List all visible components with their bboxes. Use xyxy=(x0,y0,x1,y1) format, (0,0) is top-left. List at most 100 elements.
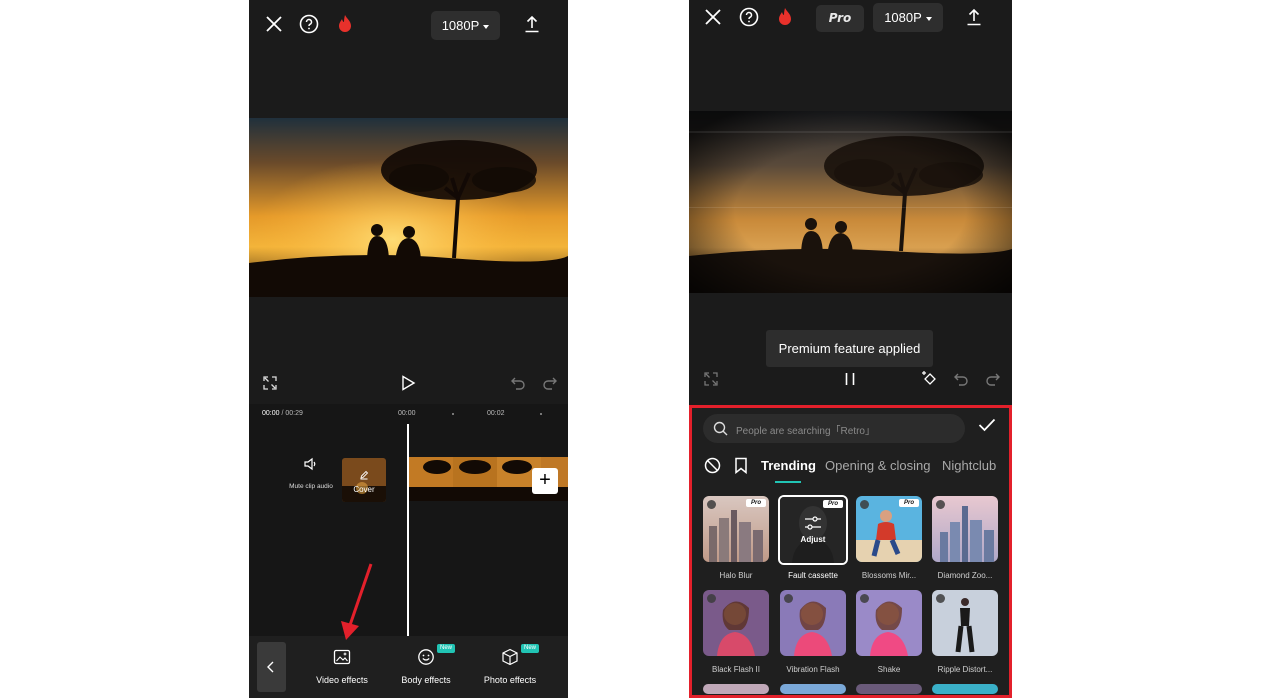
video-preview[interactable] xyxy=(249,118,568,297)
effect-name-vibration-flash: Vibration Flash xyxy=(786,665,840,674)
help-icon[interactable] xyxy=(297,12,321,36)
face-smile-icon xyxy=(418,649,434,665)
effect-name-ripple-distort: Ripple Distort... xyxy=(937,665,993,674)
body-effects-label: Body effects xyxy=(401,675,451,685)
tab-opening-closing[interactable]: Opening & closing xyxy=(825,458,931,473)
resolution-label: 1080P xyxy=(441,18,480,33)
effect-name-fault-cassette: Fault cassette xyxy=(788,571,838,580)
pro-button[interactable]: Pro xyxy=(816,5,864,32)
resolution-button[interactable]: 1080P xyxy=(431,11,500,40)
export-icon[interactable] xyxy=(520,12,544,36)
tab-trending[interactable]: Trending xyxy=(761,458,816,473)
fullscreen-icon[interactable] xyxy=(263,376,277,390)
pro-badge: Pro xyxy=(823,500,843,508)
effect-card-partial[interactable] xyxy=(703,684,769,694)
effect-card-partial[interactable] xyxy=(932,684,998,694)
effect-card-partial[interactable] xyxy=(856,684,922,694)
effects-search-input[interactable]: People are searching「Retro」 xyxy=(703,414,965,443)
redo-icon[interactable] xyxy=(985,371,1001,387)
effects-panel: People are searching「Retro」 Trending Ope… xyxy=(689,405,1012,698)
keyframe-add-icon[interactable] xyxy=(921,370,939,388)
effect-card-partial[interactable] xyxy=(780,684,846,694)
fullscreen-icon[interactable] xyxy=(704,372,718,386)
close-icon[interactable] xyxy=(701,5,725,29)
effects-tabs: Trending Opening & closing Nightclub xyxy=(692,452,1009,486)
effect-card-halo-blur[interactable]: Pro xyxy=(703,496,769,562)
adjust-label: Adjust xyxy=(800,535,826,544)
tick-dot xyxy=(540,413,542,415)
cover-button[interactable]: Cover xyxy=(342,458,386,502)
download-icon xyxy=(936,594,945,603)
pro-badge: Pro xyxy=(746,499,766,507)
effect-card-diamond-zoom[interactable] xyxy=(932,496,998,562)
flame-icon[interactable] xyxy=(333,12,357,36)
top-bar: 1080P xyxy=(249,0,568,50)
video-preview[interactable] xyxy=(689,111,1012,293)
effect-name-diamond-zoom: Diamond Zoo... xyxy=(937,571,993,580)
download-icon xyxy=(707,594,716,603)
cover-label: Cover xyxy=(353,485,375,494)
active-tab-indicator xyxy=(775,481,801,483)
search-placeholder: People are searching「Retro」 xyxy=(736,426,875,437)
undo-icon[interactable] xyxy=(510,375,526,391)
bookmark-icon[interactable] xyxy=(734,457,748,479)
caret-down-icon xyxy=(483,24,490,29)
undo-icon[interactable] xyxy=(953,371,969,387)
download-icon xyxy=(936,500,945,509)
close-icon[interactable] xyxy=(262,12,286,36)
effect-card-shake[interactable] xyxy=(856,590,922,656)
effect-name-blossoms-mirror: Blossoms Mir... xyxy=(861,571,917,580)
annotation-arrow-icon xyxy=(341,563,373,640)
tick-dot xyxy=(452,413,454,415)
play-icon[interactable] xyxy=(400,375,416,391)
new-badge: New xyxy=(521,644,539,653)
video-effects-icon xyxy=(333,649,351,665)
help-icon[interactable] xyxy=(737,5,761,29)
caret-down-icon xyxy=(925,16,932,21)
download-icon xyxy=(707,500,716,509)
bottom-toolbar: Video effects New Body effects New Photo… xyxy=(249,636,568,698)
clip-frame xyxy=(409,457,453,501)
right-phone-screen: Pro 1080P Premium feature applied People… xyxy=(689,0,1012,698)
resolution-label: 1080P xyxy=(884,10,922,25)
search-icon xyxy=(713,421,728,436)
chevron-left-icon xyxy=(267,661,274,673)
timeline[interactable]: 00:00 / 00:29 00:00 00:02 Mute clip audi… xyxy=(249,404,568,636)
confirm-check-icon[interactable] xyxy=(978,418,996,437)
mute-label: Mute clip audio xyxy=(289,483,333,490)
edit-pencil-icon xyxy=(360,470,369,480)
playhead[interactable] xyxy=(407,424,409,636)
effect-card-ripple-distort[interactable] xyxy=(932,590,998,656)
total-time: / 00:29 xyxy=(281,410,303,417)
speaker-icon xyxy=(304,457,316,471)
effect-card-blossoms-mirror[interactable]: Pro xyxy=(856,496,922,562)
adjust-sliders-icon xyxy=(805,516,821,530)
effect-card-fault-cassette[interactable]: Adjust Pro xyxy=(778,495,848,565)
pause-icon[interactable] xyxy=(842,371,858,387)
effect-card-black-flash-ii[interactable] xyxy=(703,590,769,656)
photo-effects-label: Photo effects xyxy=(483,675,537,685)
flame-icon[interactable] xyxy=(773,5,797,29)
resolution-button[interactable]: 1080P xyxy=(873,3,943,32)
body-effects-button[interactable]: New Body effects xyxy=(386,644,466,685)
effect-card-vibration-flash[interactable] xyxy=(780,590,846,656)
download-icon xyxy=(860,594,869,603)
toast-message: Premium feature applied xyxy=(766,330,933,367)
redo-icon[interactable] xyxy=(542,375,558,391)
video-effects-button[interactable]: Video effects xyxy=(302,648,382,685)
tab-nightclub[interactable]: Nightclub xyxy=(942,458,996,473)
download-icon xyxy=(860,500,869,509)
add-clip-button[interactable]: + xyxy=(532,468,558,494)
photo-effects-button[interactable]: New Photo effects xyxy=(470,644,550,685)
cube-icon xyxy=(502,648,518,666)
clip-frame xyxy=(453,457,497,501)
effect-name-halo-blur: Halo Blur xyxy=(719,571,753,580)
tick-label-0: 00:00 xyxy=(398,410,416,417)
effect-name-shake: Shake xyxy=(877,665,901,674)
download-icon xyxy=(784,594,793,603)
back-button[interactable] xyxy=(257,642,286,692)
mute-clip-audio-button[interactable]: Mute clip audio xyxy=(281,456,341,490)
no-effect-icon[interactable] xyxy=(704,457,721,479)
video-effects-label: Video effects xyxy=(316,675,368,685)
export-icon[interactable] xyxy=(962,5,986,29)
